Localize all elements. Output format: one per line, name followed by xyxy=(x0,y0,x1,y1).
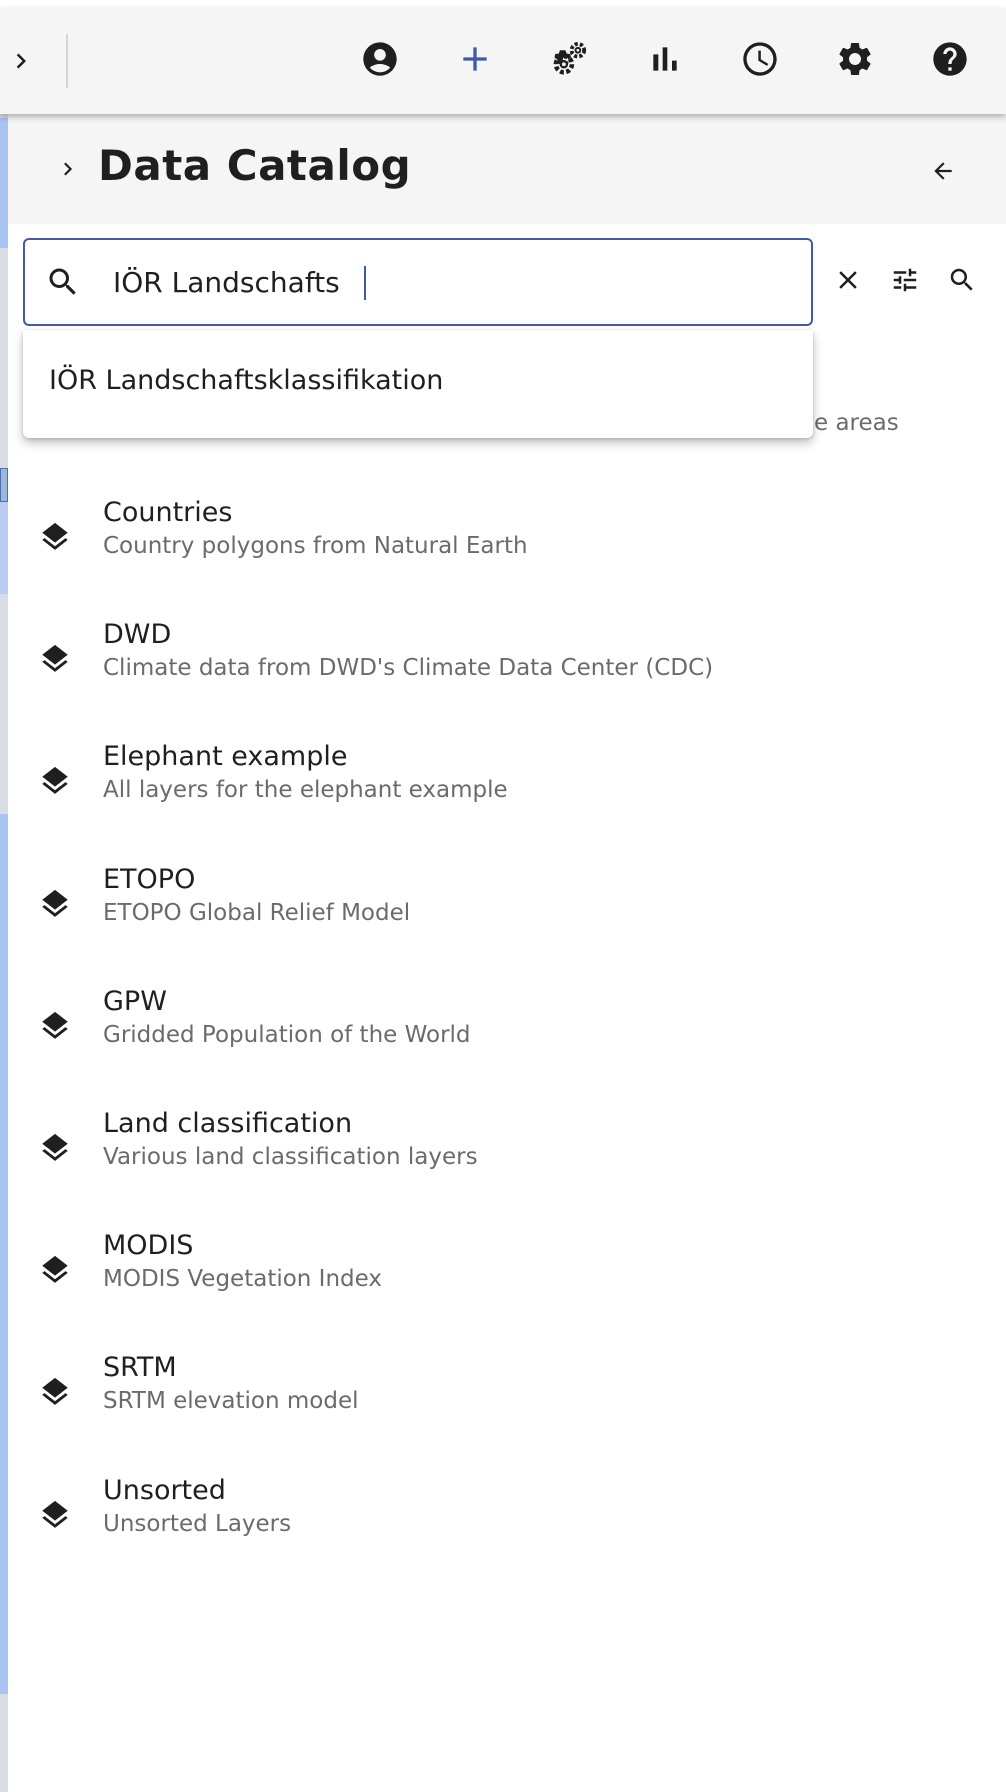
help-button[interactable] xyxy=(928,39,972,83)
list-item-title: Unsorted xyxy=(103,1475,226,1506)
data-catalog-panel: Data Catalog e areas Countries Country p… xyxy=(8,114,1006,1792)
gear-icon xyxy=(835,39,875,83)
layers-icon xyxy=(38,1250,72,1290)
plots-button[interactable] xyxy=(643,39,687,83)
map-water xyxy=(0,118,8,248)
list-item[interactable]: Countries Country polygons from Natural … xyxy=(8,497,1006,607)
list-item-subtitle: All layers for the elephant example xyxy=(103,777,508,803)
layers-icon xyxy=(38,1006,72,1046)
gears-icon xyxy=(549,38,591,84)
list-item-title: Countries xyxy=(103,497,233,528)
obscured-subtitle: e areas xyxy=(814,410,899,436)
list-item[interactable]: DWD Climate data from DWD's Climate Data… xyxy=(8,619,1006,729)
map-marker xyxy=(0,468,8,502)
layers-icon xyxy=(38,639,72,679)
layers-icon xyxy=(38,1495,72,1535)
expand-chevron-icon[interactable] xyxy=(54,156,80,182)
arrow-back-icon[interactable] xyxy=(930,158,956,184)
list-item[interactable]: Elephant example All layers for the elep… xyxy=(8,741,1006,851)
list-item-subtitle: Gridded Population of the World xyxy=(103,1022,471,1048)
toolbar-divider xyxy=(66,34,68,88)
map-strip[interactable] xyxy=(0,114,8,1792)
list-item[interactable]: ETOPO ETOPO Global Relief Model xyxy=(8,864,1006,974)
layers-icon xyxy=(38,884,72,924)
account-button[interactable] xyxy=(358,39,402,83)
autocomplete-option[interactable]: IÖR Landschaftsklassifikation xyxy=(49,365,443,396)
top-toolbar xyxy=(0,8,1006,114)
list-item-title: Elephant example xyxy=(103,741,348,772)
search-icon xyxy=(947,265,977,299)
autocomplete-dropdown: IÖR Landschaftsklassifikation xyxy=(23,330,813,438)
text-caret xyxy=(364,266,366,300)
search-input[interactable] xyxy=(113,260,793,304)
list-item-title: DWD xyxy=(103,619,172,650)
layers-icon xyxy=(38,1128,72,1168)
list-item-subtitle: Unsorted Layers xyxy=(103,1511,292,1537)
clear-search-button[interactable] xyxy=(830,264,866,300)
layers-icon xyxy=(38,1372,72,1412)
search-submit-button[interactable] xyxy=(944,264,980,300)
list-item[interactable]: Land classification Various land classif… xyxy=(8,1108,1006,1218)
list-item[interactable]: MODIS MODIS Vegetation Index xyxy=(8,1230,1006,1340)
layers-icon xyxy=(38,761,72,801)
list-item-title: MODIS xyxy=(103,1230,194,1261)
add-icon xyxy=(455,39,495,83)
list-item-subtitle: MODIS Vegetation Index xyxy=(103,1266,382,1292)
close-icon xyxy=(833,265,863,299)
settings-button[interactable] xyxy=(833,39,877,83)
list-item[interactable]: GPW Gridded Population of the World xyxy=(8,986,1006,1096)
list-item-title: GPW xyxy=(103,986,167,1017)
list-item[interactable]: Unsorted Unsorted Layers xyxy=(8,1475,1006,1585)
clock-icon xyxy=(740,39,780,83)
add-button[interactable] xyxy=(453,39,497,83)
page-title: Data Catalog xyxy=(98,141,412,190)
chevron-right-icon[interactable] xyxy=(6,46,36,76)
operators-button[interactable] xyxy=(548,39,592,83)
panel-header: Data Catalog xyxy=(8,114,1006,224)
list-item-subtitle: Climate data from DWD's Climate Data Cen… xyxy=(103,655,714,681)
search-field[interactable] xyxy=(23,238,813,326)
layers-icon xyxy=(38,517,72,557)
list-item-subtitle: SRTM elevation model xyxy=(103,1388,359,1414)
list-item-subtitle: Various land classification layers xyxy=(103,1144,478,1170)
list-item-title: ETOPO xyxy=(103,864,196,895)
help-icon xyxy=(930,39,970,83)
search-icon xyxy=(45,264,81,300)
list-item-subtitle: ETOPO Global Relief Model xyxy=(103,900,411,926)
time-button[interactable] xyxy=(738,39,782,83)
list-item-title: SRTM xyxy=(103,1352,177,1383)
filter-button[interactable] xyxy=(887,264,923,300)
account-icon xyxy=(360,39,400,83)
list-item-subtitle: Country polygons from Natural Earth xyxy=(103,533,528,559)
bar-chart-icon xyxy=(645,39,685,83)
list-item-title: Land classification xyxy=(103,1108,353,1139)
tune-icon xyxy=(890,265,920,299)
list-item[interactable]: SRTM SRTM elevation model xyxy=(8,1352,1006,1462)
map-water xyxy=(0,814,8,1694)
